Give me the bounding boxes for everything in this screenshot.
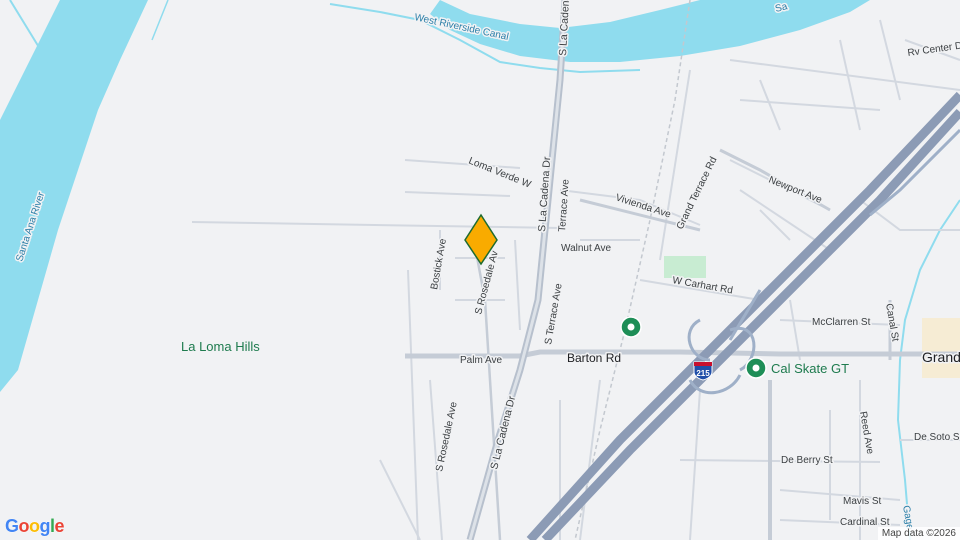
map-attribution[interactable]: Map data ©2026 — [877, 527, 960, 540]
de-berry-st-label: De Berry St — [781, 455, 833, 466]
cal-skate-poi[interactable]: Cal Skate GT — [745, 357, 851, 379]
walnut-ave-label: Walnut Ave — [561, 243, 611, 254]
mcclarren-st-label: McClarren St — [812, 317, 871, 328]
town-area — [922, 318, 960, 378]
map-canvas[interactable]: 215 Santa Ana River Sa West Riverside Ca… — [0, 0, 960, 540]
cal-skate-label: Cal Skate GT — [771, 361, 849, 376]
town-label: Grand — [922, 349, 960, 365]
map-svg: 215 Santa Ana River Sa West Riverside Ca… — [0, 0, 960, 540]
barton-rd-label: Barton Rd — [567, 351, 621, 365]
interstate-shield-label: 215 — [696, 369, 710, 378]
de-soto-st-label: De Soto S — [914, 432, 960, 443]
poi-marker[interactable] — [620, 316, 642, 338]
mavis-st-label: Mavis St — [843, 496, 882, 507]
interstate-shield: 215 — [693, 361, 713, 381]
palm-ave-label: Palm Ave — [460, 355, 502, 366]
park-area — [664, 256, 706, 278]
hills-label: La Loma Hills — [181, 339, 260, 354]
google-logo[interactable]: Google — [5, 516, 65, 537]
